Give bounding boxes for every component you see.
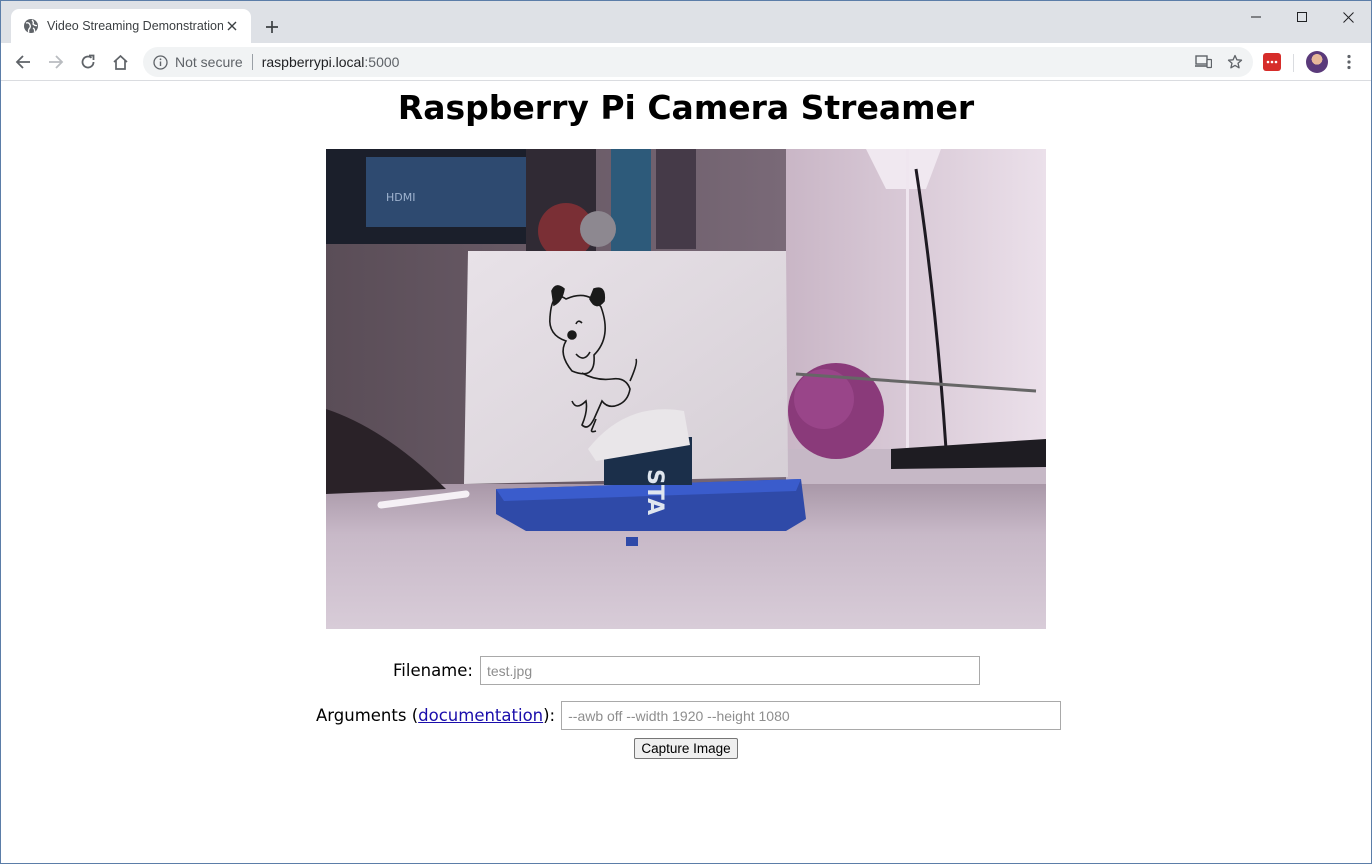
page-title: Raspberry Pi Camera Streamer [397,88,975,127]
arguments-label-prefix: Arguments ( [316,706,419,725]
capture-image-button[interactable]: Capture Image [634,738,738,759]
reload-button[interactable] [74,48,102,76]
tab-strip: Video Streaming Demonstration [1,1,1371,43]
arguments-label-suffix: ): [543,706,556,725]
page-content: Raspberry Pi Camera Streamer HDMI STA Fi… [1,82,1371,863]
reload-icon [81,54,95,69]
maximize-icon [1297,12,1307,22]
camera-stream-image: HDMI STA [326,149,1046,629]
svg-text:HDMI: HDMI [386,191,415,204]
close-window-button[interactable] [1325,1,1371,33]
filename-row: Filename: [393,656,980,685]
minimize-icon [1251,16,1261,18]
svg-text:STA: STA [642,469,667,515]
filename-input[interactable] [479,656,980,685]
info-icon[interactable] [151,53,169,71]
address-bar-actions [1193,52,1245,72]
home-button[interactable] [106,48,134,76]
globe-icon [23,18,39,34]
toolbar-divider [1293,54,1294,72]
arguments-row: Arguments (documentation): [316,701,1062,730]
close-tab-icon[interactable] [223,17,241,35]
address-bar[interactable]: Not secure raspberrypi.local:5000 [143,47,1253,77]
extension-icon[interactable] [1263,53,1281,71]
tab-title: Video Streaming Demonstration [47,19,223,33]
browser-menu-button[interactable] [1338,51,1360,73]
bookmark-star-icon[interactable] [1225,52,1245,72]
forward-arrow-icon [49,55,64,69]
maximize-button[interactable] [1279,1,1325,33]
documentation-link[interactable]: documentation [418,706,543,725]
profile-avatar[interactable] [1306,51,1328,73]
new-tab-button[interactable] [260,15,284,39]
minimize-button[interactable] [1233,1,1279,33]
tab-active[interactable]: Video Streaming Demonstration [11,9,251,43]
address-divider [251,54,253,70]
url-host: raspberrypi.local [261,54,365,70]
url-text: raspberrypi.local:5000 [262,54,400,70]
cast-devices-icon[interactable] [1193,52,1213,72]
url-port: :5000 [364,54,400,70]
window-controls [1233,1,1371,33]
plus-icon [266,21,278,33]
more-vert-icon [1347,54,1351,70]
back-arrow-icon [15,55,30,69]
filename-label: Filename: [393,661,473,680]
close-icon [1342,11,1354,23]
home-icon [112,54,128,70]
back-button[interactable] [9,48,37,76]
security-label: Not secure [175,54,243,70]
forward-button[interactable] [42,48,70,76]
browser-toolbar: Not secure raspberrypi.local:5000 [1,43,1371,81]
arguments-input[interactable] [561,701,1062,730]
browser-window: Video Streaming Demonstration Not secure… [0,0,1372,864]
